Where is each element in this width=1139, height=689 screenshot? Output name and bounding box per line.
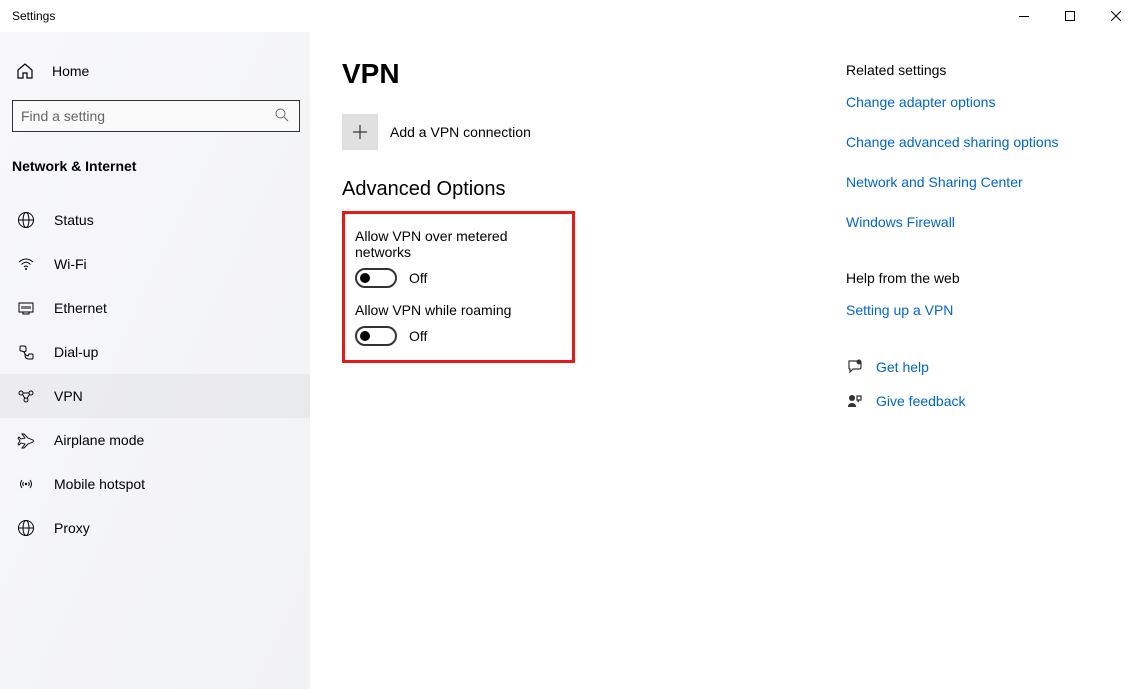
window-title: Settings — [12, 9, 55, 23]
right-panel: Related settings Change adapter options … — [846, 32, 1111, 689]
roaming-toggle[interactable] — [355, 326, 397, 346]
sidebar-item-label: Ethernet — [54, 300, 107, 316]
sidebar-item-label: Mobile hotspot — [54, 476, 145, 492]
link-advanced-sharing[interactable]: Change advanced sharing options — [846, 134, 1095, 150]
hotspot-icon — [16, 474, 36, 494]
sidebar-item-label: Airplane mode — [54, 432, 144, 448]
search-box[interactable] — [12, 100, 300, 132]
toggle-knob — [360, 273, 370, 283]
close-button[interactable] — [1093, 0, 1139, 32]
titlebar: Settings — [0, 0, 1139, 32]
toggle-knob — [360, 331, 370, 341]
vpn-icon — [16, 386, 36, 406]
sidebar-item-airplane[interactable]: Airplane mode — [0, 418, 310, 462]
add-vpn-button[interactable]: Add a VPN connection — [342, 114, 814, 150]
sidebar-item-proxy[interactable]: Proxy — [0, 506, 310, 550]
phone-icon — [16, 342, 36, 362]
feedback-icon — [846, 392, 864, 410]
sidebar: Home Network & Internet Status — [0, 32, 310, 689]
metered-toggle[interactable] — [355, 268, 397, 288]
get-help-label: Get help — [876, 359, 929, 375]
wifi-icon — [16, 254, 36, 274]
sidebar-item-label: VPN — [54, 388, 83, 404]
sidebar-item-label: Proxy — [54, 520, 90, 536]
airplane-icon — [16, 430, 36, 450]
sidebar-item-status[interactable]: Status — [0, 198, 310, 242]
metered-toggle-status: Off — [409, 270, 427, 286]
related-settings-title: Related settings — [846, 62, 1095, 78]
sidebar-section-header: Network & Internet — [0, 146, 310, 186]
ethernet-icon — [16, 298, 36, 318]
sidebar-item-hotspot[interactable]: Mobile hotspot — [0, 462, 310, 506]
give-feedback-label: Give feedback — [876, 393, 966, 409]
page-title: VPN — [342, 58, 814, 90]
add-vpn-label: Add a VPN connection — [390, 124, 531, 140]
plus-icon — [342, 114, 378, 150]
home-icon — [16, 62, 34, 80]
link-windows-firewall[interactable]: Windows Firewall — [846, 214, 1095, 230]
home-nav-item[interactable]: Home — [0, 50, 310, 92]
search-input[interactable] — [21, 108, 275, 124]
give-feedback-link[interactable]: Give feedback — [846, 392, 1095, 410]
metered-toggle-group: Allow VPN over metered networks Off — [355, 228, 562, 288]
window-controls — [1001, 0, 1139, 32]
roaming-toggle-label: Allow VPN while roaming — [355, 302, 562, 318]
minimize-button[interactable] — [1001, 0, 1047, 32]
highlight-box: Allow VPN over metered networks Off Allo… — [342, 211, 575, 363]
sidebar-item-label: Status — [54, 212, 94, 228]
sidebar-item-label: Dial-up — [54, 344, 98, 360]
home-label: Home — [52, 63, 89, 79]
proxy-icon — [16, 518, 36, 538]
metered-toggle-label: Allow VPN over metered networks — [355, 228, 562, 260]
help-from-web-title: Help from the web — [846, 270, 1095, 286]
roaming-toggle-group: Allow VPN while roaming Off — [355, 302, 562, 346]
chat-icon — [846, 358, 864, 376]
link-setting-up-vpn[interactable]: Setting up a VPN — [846, 302, 1095, 318]
sidebar-item-ethernet[interactable]: Ethernet — [0, 286, 310, 330]
sidebar-item-wifi[interactable]: Wi-Fi — [0, 242, 310, 286]
sidebar-item-dialup[interactable]: Dial-up — [0, 330, 310, 374]
search-icon — [275, 108, 291, 124]
advanced-options-title: Advanced Options — [342, 178, 814, 201]
maximize-button[interactable] — [1047, 0, 1093, 32]
roaming-toggle-status: Off — [409, 328, 427, 344]
sidebar-item-vpn[interactable]: VPN — [0, 374, 310, 418]
link-network-sharing-center[interactable]: Network and Sharing Center — [846, 174, 1095, 190]
get-help-link[interactable]: Get help — [846, 358, 1095, 376]
link-adapter-options[interactable]: Change adapter options — [846, 94, 1095, 110]
sidebar-item-label: Wi-Fi — [54, 256, 87, 272]
main-content: VPN Add a VPN connection Advanced Option… — [310, 32, 846, 689]
globe-icon — [16, 210, 36, 230]
